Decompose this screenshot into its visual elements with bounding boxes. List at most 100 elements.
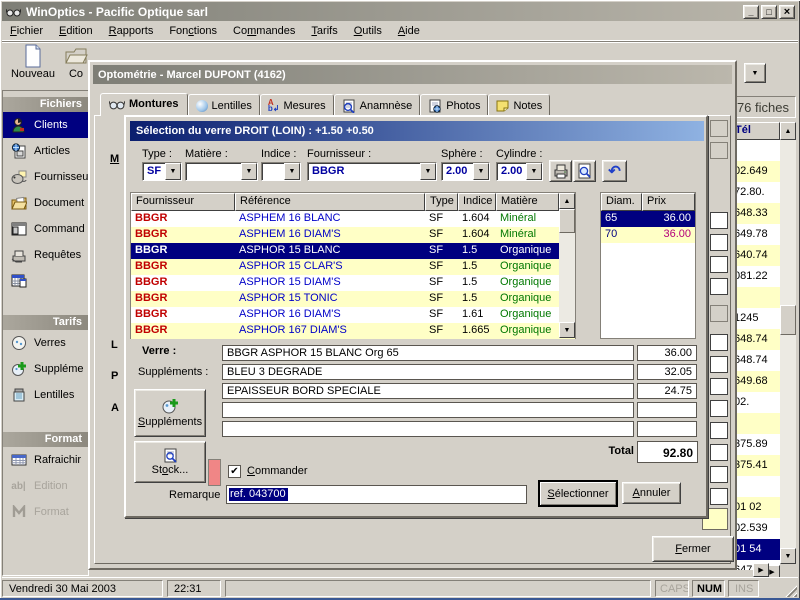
lens-row[interactable]: BBGR ASPHOR 16 DIAM'S SF 1.61 Organique (131, 307, 575, 323)
client-row[interactable]: 02. (730, 392, 780, 413)
sidebar-item-commandes[interactable]: Requêtes (3, 242, 88, 268)
lens-row[interactable]: BBGR ASPHOR 15 DIAM'S SF 1.5 Organique (131, 275, 575, 291)
client-row[interactable]: 649.68 (730, 371, 780, 392)
col-matiere[interactable]: Matière (496, 193, 559, 211)
stock-button[interactable]: Stock... (134, 441, 206, 483)
client-row[interactable]: 640.74 (730, 245, 780, 266)
selection-price[interactable] (637, 421, 697, 437)
client-row[interactable]: 648.74 (730, 329, 780, 350)
client-row[interactable]: 1245 (730, 308, 780, 329)
undo-button[interactable]: ↶ (602, 160, 627, 182)
lens-row[interactable]: BBGR ASPHOR 15 BLANC SF 1.5 Organique (131, 243, 575, 259)
sidebar-item-verres[interactable]: Verres (3, 330, 88, 356)
col-prix[interactable]: Prix (642, 193, 695, 211)
hscroll-right-button[interactable]: ▶ (753, 563, 769, 577)
menu-edition[interactable]: Edition (51, 23, 101, 40)
print-button[interactable] (549, 160, 572, 182)
client-row[interactable] (730, 287, 780, 308)
selection-price[interactable]: 36.00 (637, 345, 697, 361)
sidebar-item-articles[interactable]: Articles (3, 138, 88, 164)
client-row[interactable]: 375.89 (730, 434, 780, 455)
indice-combobox[interactable]: ▼ (261, 162, 301, 181)
menu-aide[interactable]: Aide (390, 23, 428, 40)
client-row[interactable]: 649.78 (730, 224, 780, 245)
resize-grip[interactable] (784, 584, 797, 597)
chevron-down-icon[interactable]: ▼ (526, 163, 542, 180)
menu-fonctions[interactable]: Fonctions (161, 23, 225, 40)
lens-row[interactable]: BBGR ASPHOR 15 TONIC SF 1.5 Organique (131, 291, 575, 307)
tab-mesures[interactable]: Ab↲ Mesures (260, 94, 334, 116)
matiere-combobox[interactable]: ▼ (185, 162, 258, 181)
chevron-down-icon[interactable]: ▼ (165, 163, 181, 180)
lens-table-scrollbar[interactable]: ▲ ▼ (559, 193, 575, 338)
col-indice[interactable]: Indice (458, 193, 496, 211)
client-row[interactable]: 648.74 (730, 350, 780, 371)
tab-montures[interactable]: Montures (100, 93, 188, 116)
sidebar-item-fournisseurs[interactable]: Fournisseu (3, 164, 88, 190)
chevron-down-icon[interactable]: ▼ (473, 163, 489, 180)
toolbar-overflow-button[interactable]: ▼ (744, 63, 766, 83)
restore-button[interactable]: □ (761, 5, 777, 19)
col-fournisseur[interactable]: Fournisseur (131, 193, 235, 211)
sidebar-item-documents[interactable]: Command (3, 216, 88, 242)
chevron-down-icon[interactable]: ▼ (241, 163, 257, 180)
scroll-down-button[interactable]: ▼ (780, 548, 796, 564)
supplements-button[interactable]: Suppléments (134, 389, 206, 437)
menu-commandes[interactable]: Commandes (225, 23, 303, 40)
col-type[interactable]: Type (425, 193, 458, 211)
menu-fichier[interactable]: Fichier (2, 23, 51, 40)
fournisseur-combobox[interactable]: BBGR▼ (307, 162, 437, 181)
sidebar-item-lentilles[interactable]: Lentilles (3, 382, 88, 408)
scrollbar-thumb[interactable] (559, 209, 575, 233)
tab-notes[interactable]: Notes (488, 94, 550, 116)
selection-description[interactable] (222, 421, 634, 437)
scroll-up-button[interactable]: ▲ (559, 193, 575, 209)
selection-description[interactable]: BBGR ASPHOR 15 BLANC Org 65 (222, 345, 634, 361)
menu-rapports[interactable]: Rapports (101, 23, 162, 40)
tel-column-header[interactable]: Tél (730, 122, 780, 140)
chevron-down-icon[interactable]: ▼ (284, 163, 300, 180)
commander-checkbox[interactable]: ✔ (228, 465, 241, 478)
fermer-button[interactable]: Fermer (652, 536, 734, 562)
client-row[interactable] (730, 413, 780, 434)
sphere-combobox[interactable]: 2.00▼ (441, 162, 490, 181)
tab-photos[interactable]: Photos (420, 94, 488, 116)
lens-row[interactable]: BBGR ASPHOR 167 DIAM'S SF 1.665 Organiqu… (131, 323, 575, 339)
scroll-up-button[interactable]: ▲ (780, 122, 796, 140)
commander-label[interactable]: Commander (247, 465, 308, 477)
minimize-button[interactable]: _ (743, 5, 759, 19)
tab-lentilles[interactable]: Lentilles (188, 94, 260, 116)
lens-row[interactable]: BBGR ASPHOR 15 CLAR'S SF 1.5 Organique (131, 259, 575, 275)
tab-anamnese[interactable]: Anamnèse (334, 94, 421, 116)
sidebar-item-ventes[interactable]: Document (3, 190, 88, 216)
annuler-button[interactable]: Annuler (622, 482, 681, 504)
chevron-down-icon[interactable]: ▼ (420, 163, 436, 180)
selection-price[interactable]: 24.75 (637, 383, 697, 399)
clients-vscrollbar[interactable] (780, 140, 796, 548)
type-combobox[interactable]: SF▼ (142, 162, 182, 181)
diameter-row[interactable]: 65 36.00 (601, 211, 695, 227)
selection-price[interactable] (637, 402, 697, 418)
diameter-row[interactable]: 70 36.00 (601, 227, 695, 243)
scroll-down-button[interactable]: ▼ (559, 322, 575, 338)
new-button[interactable]: Nouveau (6, 44, 60, 86)
client-row[interactable]: 375.41 (730, 455, 780, 476)
selection-price[interactable]: 32.05 (637, 364, 697, 380)
client-row[interactable]: 01 02 (730, 497, 780, 518)
menu-tarifs[interactable]: Tarifs (303, 23, 345, 40)
sidebar-item-supplements[interactable]: Suppléme (3, 356, 88, 382)
client-row[interactable] (730, 140, 780, 161)
scrollbar-thumb[interactable] (780, 305, 796, 335)
client-row[interactable]: 01 54 (730, 539, 780, 560)
client-row[interactable]: 648.33 (730, 203, 780, 224)
lens-row[interactable]: BBGR ASPHEM 16 BLANC SF 1.604 Minéral (131, 211, 575, 227)
open-button[interactable]: Co (62, 44, 90, 86)
col-diam[interactable]: Diam. (601, 193, 642, 211)
sidebar-item-clients[interactable]: Clients (3, 112, 88, 138)
client-row[interactable]: 02.539 (730, 518, 780, 539)
lens-row[interactable]: BBGR ASPHEM 16 DIAM'S SF 1.604 Minéral (131, 227, 575, 243)
client-row[interactable]: 02.649 (730, 161, 780, 182)
selection-description[interactable]: BLEU 3 DEGRADE (222, 364, 634, 380)
client-row[interactable] (730, 476, 780, 497)
cylindre-combobox[interactable]: 2.00▼ (496, 162, 543, 181)
